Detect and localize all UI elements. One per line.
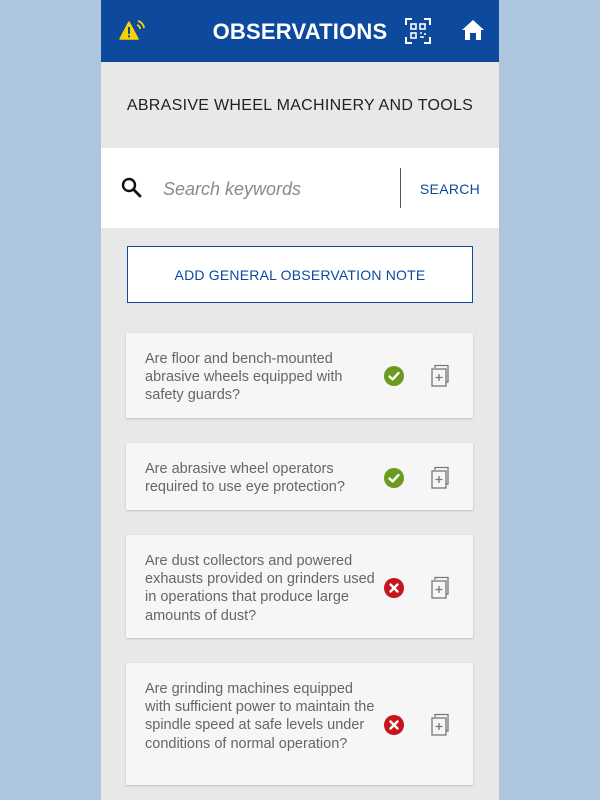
check-icon[interactable] bbox=[384, 366, 404, 386]
observation-card[interactable]: Are floor and bench-mounted abrasive whe… bbox=[126, 333, 473, 418]
qr-scan-icon[interactable] bbox=[404, 17, 432, 50]
top-app-bar: OBSERVATIONS bbox=[101, 0, 499, 62]
copy-icon[interactable] bbox=[430, 713, 452, 737]
search-input[interactable] bbox=[161, 172, 395, 206]
search-bar: SEARCH bbox=[101, 148, 499, 228]
x-icon[interactable] bbox=[384, 578, 404, 598]
observation-card[interactable]: Are grinding machines equipped with suff… bbox=[126, 663, 473, 785]
copy-icon[interactable] bbox=[430, 466, 452, 490]
observation-question: Are floor and bench-mounted abrasive whe… bbox=[145, 351, 343, 404]
category-title: ABRASIVE WHEEL MACHINERY AND TOOLS bbox=[126, 97, 474, 114]
app-screen: OBSERVATIONS ABRASIVE WHEEL MACHINERY AN… bbox=[101, 0, 499, 800]
search-divider bbox=[400, 168, 401, 208]
search-button[interactable]: SEARCH bbox=[411, 148, 489, 228]
copy-icon[interactable] bbox=[430, 364, 452, 388]
search-icon bbox=[120, 176, 144, 205]
observation-question: Are abrasive wheel operators required to… bbox=[145, 461, 345, 496]
x-icon[interactable] bbox=[384, 715, 404, 735]
home-icon[interactable] bbox=[460, 17, 486, 50]
page-title: OBSERVATIONS bbox=[212, 19, 388, 44]
observation-question: Are grinding machines equipped with suff… bbox=[145, 681, 375, 752]
check-icon[interactable] bbox=[384, 468, 404, 488]
observation-card[interactable]: Are abrasive wheel operators required to… bbox=[126, 443, 473, 510]
observation-question: Are dust collectors and powered exhausts… bbox=[145, 553, 375, 624]
observation-card[interactable]: Are dust collectors and powered exhausts… bbox=[126, 535, 473, 638]
copy-icon[interactable] bbox=[430, 576, 452, 600]
add-general-observation-note-button[interactable]: ADD GENERAL OBSERVATION NOTE bbox=[127, 246, 473, 303]
